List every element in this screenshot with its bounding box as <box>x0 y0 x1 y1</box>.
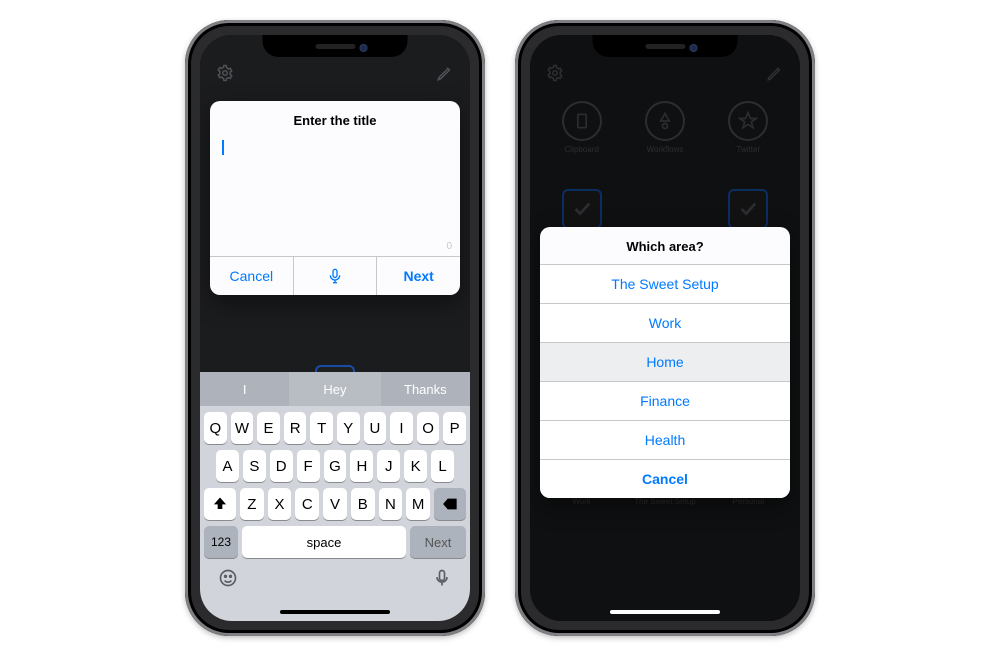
key-q[interactable]: Q <box>204 412 227 444</box>
area-action-sheet: Which area? The Sweet Setup Work Home Fi… <box>540 227 790 498</box>
screen-left: Save Link Add JSON Capture Idea Enter th… <box>200 35 470 621</box>
backspace-key[interactable] <box>434 488 466 520</box>
key-g[interactable]: G <box>324 450 347 482</box>
key-h[interactable]: H <box>350 450 373 482</box>
key-row-3: Z X C V B N M <box>200 482 470 520</box>
char-count: 0 <box>446 241 452 252</box>
key-k[interactable]: K <box>404 450 427 482</box>
text-caret <box>222 140 224 155</box>
suggestion-bar: I Hey Thanks <box>200 372 470 406</box>
key-x[interactable]: X <box>268 488 292 520</box>
key-t[interactable]: T <box>310 412 333 444</box>
key-p[interactable]: P <box>443 412 466 444</box>
dictate-button[interactable] <box>294 257 378 295</box>
option-work[interactable]: Work <box>540 303 790 342</box>
key-j[interactable]: J <box>377 450 400 482</box>
shift-key[interactable] <box>204 488 236 520</box>
space-key[interactable]: space <box>242 526 406 558</box>
key-i[interactable]: I <box>390 412 413 444</box>
key-d[interactable]: D <box>270 450 293 482</box>
key-c[interactable]: C <box>295 488 319 520</box>
key-s[interactable]: S <box>243 450 266 482</box>
cancel-button[interactable]: Cancel <box>210 257 294 295</box>
key-row-2: A S D F G H J K L <box>200 444 470 482</box>
next-button[interactable]: Next <box>377 257 460 295</box>
gear-icon <box>216 64 234 87</box>
key-r[interactable]: R <box>284 412 307 444</box>
notch <box>263 35 408 57</box>
key-a[interactable]: A <box>216 450 239 482</box>
option-health[interactable]: Health <box>540 420 790 459</box>
numbers-key[interactable]: 123 <box>204 526 238 558</box>
stage: Save Link Add JSON Capture Idea Enter th… <box>0 0 1000 656</box>
sheet-title: Which area? <box>540 227 790 264</box>
pencil-icon <box>436 64 454 87</box>
sheet-cancel[interactable]: Cancel <box>540 459 790 498</box>
option-finance[interactable]: Finance <box>540 381 790 420</box>
phone-left: Save Link Add JSON Capture Idea Enter th… <box>185 20 485 636</box>
mic-icon[interactable] <box>432 568 452 593</box>
home-indicator[interactable] <box>610 610 720 614</box>
screen-right: Clipboard Workflows Twitter Finance Proj… <box>530 35 800 621</box>
home-indicator[interactable] <box>280 610 390 614</box>
key-f[interactable]: F <box>297 450 320 482</box>
keyboard-next-key[interactable]: Next <box>410 526 466 558</box>
key-row-4: 123 space Next <box>200 520 470 558</box>
dialog-title: Enter the title <box>210 101 460 138</box>
key-b[interactable]: B <box>351 488 375 520</box>
key-n[interactable]: N <box>379 488 403 520</box>
title-prompt-dialog: Enter the title 0 Cancel Next <box>210 101 460 295</box>
option-home[interactable]: Home <box>540 342 790 381</box>
key-w[interactable]: W <box>231 412 254 444</box>
key-y[interactable]: Y <box>337 412 360 444</box>
option-the-sweet-setup[interactable]: The Sweet Setup <box>540 264 790 303</box>
suggestion-2[interactable]: Hey <box>290 372 380 406</box>
key-o[interactable]: O <box>417 412 440 444</box>
suggestion-1[interactable]: I <box>200 372 290 406</box>
suggestion-3[interactable]: Thanks <box>381 372 470 406</box>
key-v[interactable]: V <box>323 488 347 520</box>
key-e[interactable]: E <box>257 412 280 444</box>
key-l[interactable]: L <box>431 450 454 482</box>
key-m[interactable]: M <box>406 488 430 520</box>
title-input[interactable]: 0 <box>210 138 460 256</box>
key-z[interactable]: Z <box>240 488 264 520</box>
emoji-icon[interactable] <box>218 568 238 593</box>
key-row-1: Q W E R T Y U I O P <box>200 406 470 444</box>
notch <box>593 35 738 57</box>
keyboard[interactable]: I Hey Thanks Q W E R T Y U I O P A <box>200 372 470 621</box>
phone-right: Clipboard Workflows Twitter Finance Proj… <box>515 20 815 636</box>
key-u[interactable]: U <box>364 412 387 444</box>
